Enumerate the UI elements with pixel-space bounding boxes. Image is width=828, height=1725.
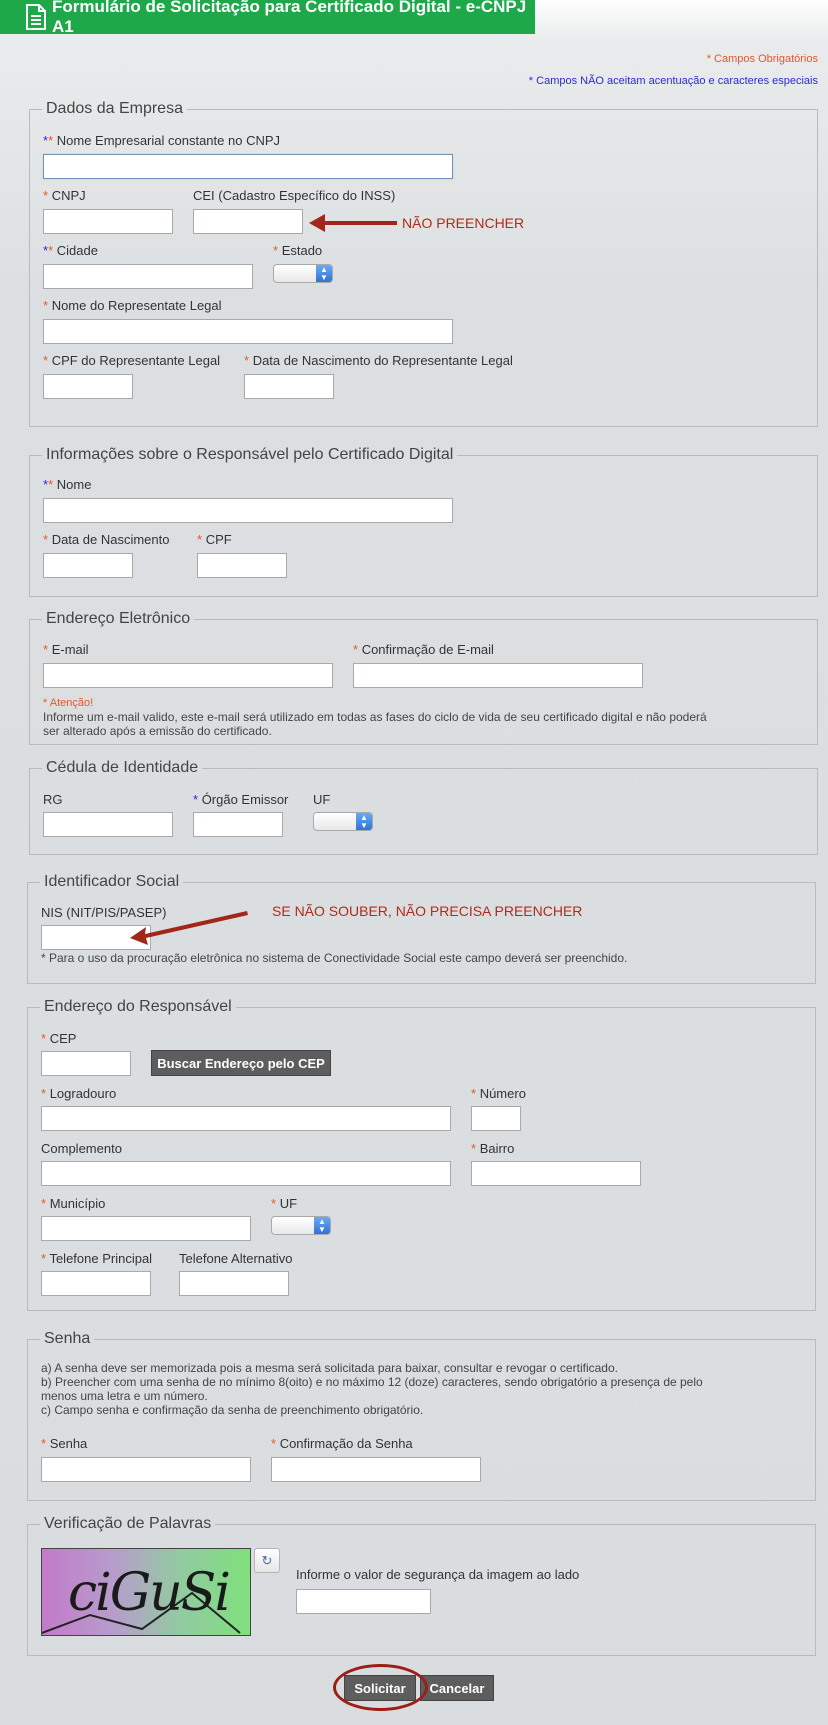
complemento-input[interactable]: [41, 1161, 451, 1186]
estado-select[interactable]: ▲ ▼: [273, 264, 333, 283]
section-title: Endereço do Responsável: [44, 998, 232, 1015]
tel-principal-label: * Telefone Principal: [41, 1251, 153, 1266]
senha-confirm-input[interactable]: [271, 1457, 481, 1482]
document-icon: [26, 4, 46, 30]
end-uf-label: * UF: [271, 1196, 298, 1211]
cnpj-label: * CNPJ: [43, 188, 86, 203]
email-confirm-label: * Confirmação de E-mail: [353, 642, 494, 657]
bairro-input[interactable]: [471, 1161, 641, 1186]
section-title: Senha: [44, 1330, 91, 1347]
buscar-cep-button[interactable]: Buscar Endereço pelo CEP: [151, 1050, 331, 1076]
complemento-label: Complemento: [41, 1141, 122, 1156]
email-confirm-input[interactable]: [353, 663, 643, 688]
nome-empresarial-label: ** Nome Empresarial constante no CNPJ: [43, 133, 281, 148]
section-title: Informações sobre o Responsável pelo Cer…: [46, 446, 454, 463]
rg-label: RG: [43, 792, 63, 807]
logradouro-input[interactable]: [41, 1106, 451, 1131]
end-uf-select[interactable]: ▲ ▼: [271, 1216, 331, 1235]
annotation-arrow: [309, 214, 397, 232]
section-title: Cédula de Identidade: [46, 759, 199, 776]
email-notice: Informe um e-mail valido, este e-mail se…: [43, 710, 707, 738]
section-title: Verificação de Palavras: [44, 1515, 212, 1532]
cep-label: * CEP: [41, 1031, 77, 1046]
tel-alt-label: Telefone Alternativo: [179, 1251, 293, 1266]
resp-nasc-input[interactable]: [43, 553, 133, 578]
bairro-label: * Bairro: [471, 1141, 515, 1156]
cpf-rep-input[interactable]: [43, 374, 133, 399]
email-input[interactable]: [43, 663, 333, 688]
cidade-label: ** Cidade: [43, 243, 98, 258]
tel-principal-input[interactable]: [41, 1271, 151, 1296]
attention-label: * Atenção!: [43, 697, 94, 709]
captcha-image: ciGuSi: [41, 1548, 251, 1636]
captcha-text: ciGuSi: [68, 1563, 231, 1623]
numero-label: * Número: [471, 1086, 526, 1101]
email-label: * E-mail: [43, 642, 89, 657]
municipio-input[interactable]: [41, 1216, 251, 1241]
logradouro-label: * Logradouro: [41, 1086, 117, 1101]
orgao-input[interactable]: [193, 812, 283, 837]
representante-label: * Nome do Representate Legal: [43, 298, 222, 313]
nasc-rep-input[interactable]: [244, 374, 334, 399]
chevron-updown-icon: ▲ ▼: [356, 813, 372, 830]
chevron-updown-icon: ▲ ▼: [314, 1217, 330, 1234]
section-title: Endereço Eletrônico: [46, 610, 191, 627]
senha-rules: a) A senha deve ser memorizada pois a me…: [41, 1361, 703, 1417]
estado-label: * Estado: [273, 243, 323, 258]
cei-annotation: NÃO PREENCHER: [402, 215, 525, 231]
cancel-button[interactable]: Cancelar: [420, 1675, 494, 1701]
resp-nasc-label: * Data de Nascimento: [43, 532, 170, 547]
resp-cpf-input[interactable]: [197, 553, 287, 578]
refresh-captcha-icon[interactable]: ↻: [254, 1548, 280, 1573]
page-title: Formulário de Solicitação para Certifica…: [52, 0, 527, 36]
cep-input[interactable]: [41, 1051, 131, 1076]
resp-nome-label: ** Nome: [43, 477, 92, 492]
representante-input[interactable]: [43, 319, 453, 344]
page: Formulário de Solicitação para Certifica…: [0, 0, 828, 1725]
resp-nome-input[interactable]: [43, 498, 453, 523]
cpf-rep-label: * CPF do Representante Legal: [43, 353, 221, 368]
form-header: Formulário de Solicitação para Certifica…: [0, 0, 535, 36]
id-uf-select[interactable]: ▲ ▼: [313, 812, 373, 831]
nis-annotation: SE NÃO SOUBER, NÃO PRECISA PREENCHER: [272, 903, 583, 919]
cei-label: CEI (Cadastro Específico do INSS): [193, 188, 396, 203]
resp-cpf-label: * CPF: [197, 532, 232, 547]
section-title: Identificador Social: [44, 873, 180, 890]
cnpj-input[interactable]: [43, 209, 173, 234]
id-uf-label: UF: [313, 792, 331, 807]
cei-input[interactable]: [193, 209, 303, 234]
nome-empresarial-input[interactable]: [43, 154, 453, 179]
rg-input[interactable]: [43, 812, 173, 837]
no-accent-legend: * Campos NÃO aceitam acentuação e caract…: [528, 75, 818, 87]
nasc-rep-label: * Data de Nascimento do Representante Le…: [244, 353, 513, 368]
cidade-input[interactable]: [43, 264, 253, 289]
senha-input[interactable]: [41, 1457, 251, 1482]
senha-label: * Senha: [41, 1436, 88, 1451]
numero-input[interactable]: [471, 1106, 521, 1131]
captcha-input[interactable]: [296, 1589, 431, 1614]
senha-confirm-label: * Confirmação da Senha: [271, 1436, 413, 1451]
chevron-updown-icon: ▲ ▼: [316, 265, 332, 282]
orgao-label: * Órgão Emissor: [193, 792, 289, 807]
required-legend: * Campos Obrigatórios: [706, 53, 818, 65]
section-title: Dados da Empresa: [46, 100, 183, 117]
annotation-arrow: [130, 911, 248, 945]
section-identidade: Cédula de Identidade: [29, 759, 818, 855]
annotation-circle: [333, 1664, 428, 1711]
municipio-label: * Município: [41, 1196, 106, 1211]
nis-note: * Para o uso da procuração eletrônica no…: [41, 951, 628, 965]
captcha-instruction: Informe o valor de segurança da imagem a…: [296, 1567, 580, 1582]
tel-alt-input[interactable]: [179, 1271, 289, 1296]
